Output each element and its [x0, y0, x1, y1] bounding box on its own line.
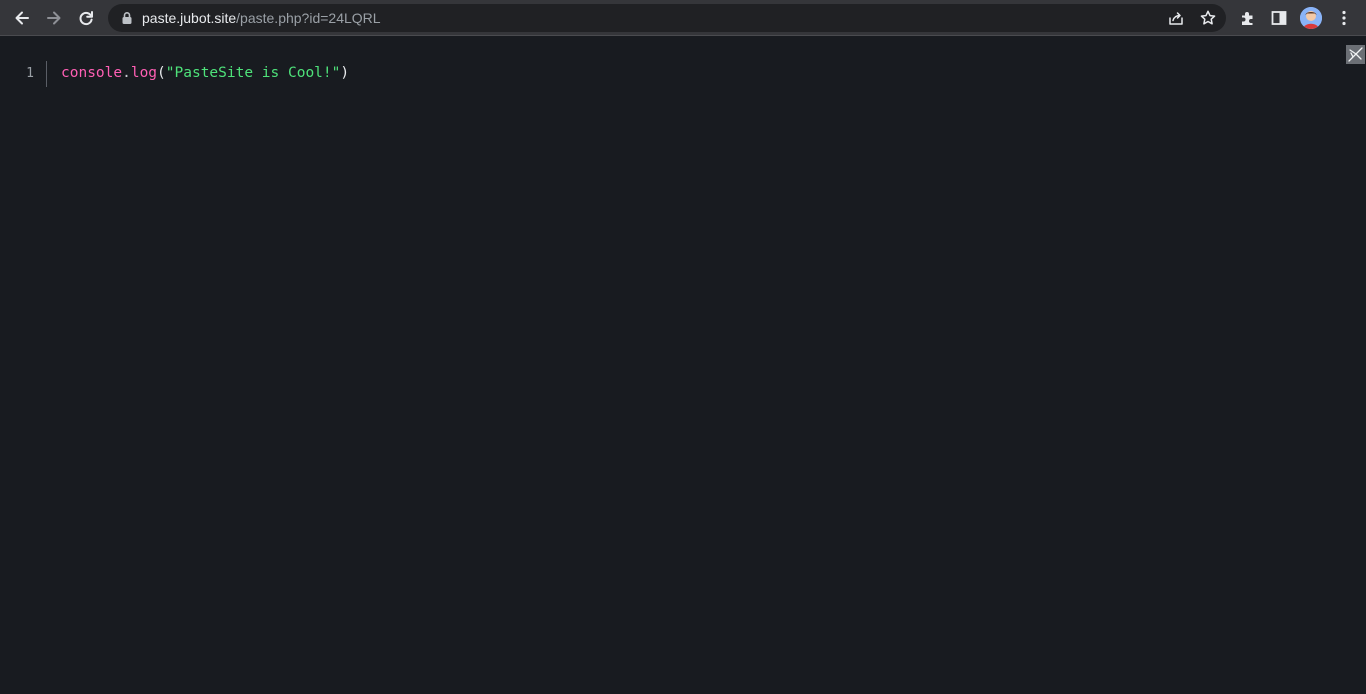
side-panel-icon: [1271, 11, 1287, 25]
back-icon: [15, 11, 29, 25]
code-editor[interactable]: 1 console.log("PasteSite is Cool!"): [0, 37, 1366, 694]
profile-avatar[interactable]: [1300, 7, 1322, 29]
url-text[interactable]: paste.jubot.site/paste.php?id=24LQRL: [142, 10, 381, 26]
back-button[interactable]: [8, 4, 36, 32]
line-number: 1: [26, 66, 34, 81]
extensions-icon: [1242, 12, 1253, 25]
code-line[interactable]: 1 console.log("PasteSite is Cool!"): [0, 61, 1300, 87]
share-icon: [1169, 12, 1183, 25]
star-icon: [1200, 10, 1216, 25]
code-content[interactable]: console.log("PasteSite is Cool!"): [61, 64, 349, 82]
token-method: log: [130, 65, 158, 81]
extensions-button[interactable]: [1234, 4, 1262, 32]
reload-button[interactable]: [72, 4, 100, 32]
token-string: "PasteSite is Cool!": [165, 65, 341, 81]
url-path: /paste.php?id=24LQRL: [236, 10, 381, 26]
line-gutter: 1: [0, 61, 47, 87]
token-dot: .: [122, 65, 131, 81]
token-open-paren: (: [157, 65, 166, 81]
share-button[interactable]: [1166, 8, 1186, 28]
forward-button[interactable]: [40, 4, 68, 32]
token-object: console: [61, 65, 123, 81]
broken-image-icon[interactable]: [1346, 45, 1365, 64]
chrome-menu-button[interactable]: [1330, 4, 1358, 32]
side-panel-button[interactable]: [1265, 4, 1293, 32]
browser-toolbar: paste.jubot.site/paste.php?id=24LQRL: [0, 0, 1366, 36]
avatar-icon: [1300, 7, 1322, 29]
forward-icon: [47, 11, 61, 25]
address-bar[interactable]: paste.jubot.site/paste.php?id=24LQRL: [108, 4, 1226, 32]
reload-icon: [79, 11, 93, 26]
corner-glyph: [1346, 45, 1365, 64]
token-close-paren: ): [340, 65, 350, 81]
url-host: paste.jubot.site: [142, 10, 237, 26]
menu-icon: [1342, 10, 1346, 26]
bookmark-button[interactable]: [1198, 8, 1218, 28]
lock-icon[interactable]: [120, 11, 134, 25]
